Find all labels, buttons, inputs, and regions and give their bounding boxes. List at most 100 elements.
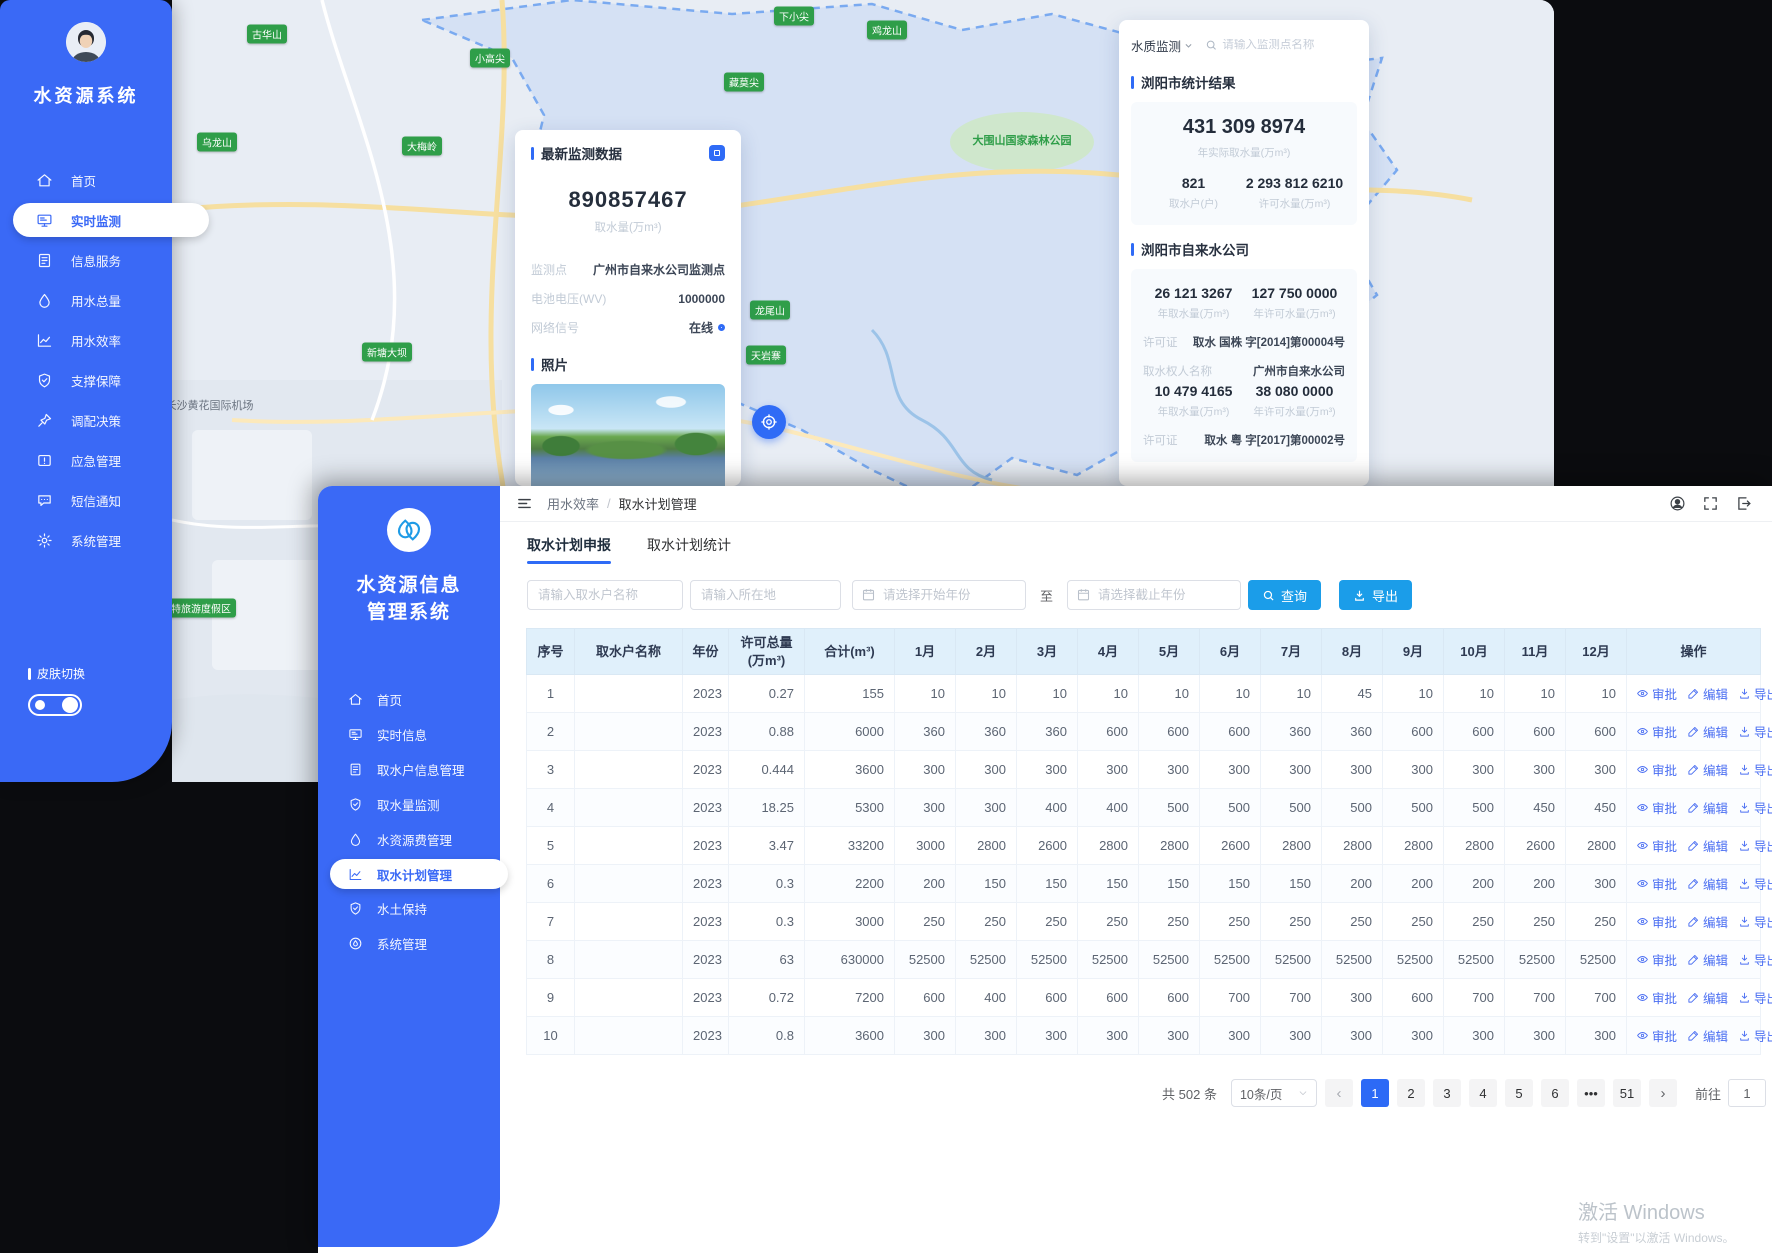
map-marker[interactable]: 乌龙山 — [197, 133, 237, 152]
sidebar1-item-5[interactable]: 支撑保障 — [0, 360, 172, 400]
export-link[interactable]: 导出 — [1738, 836, 1772, 855]
fullscreen-icon[interactable] — [1702, 495, 1719, 512]
start-year-input[interactable] — [852, 580, 1026, 610]
approve-link[interactable]: 审批 — [1636, 912, 1677, 931]
sidebar1-item-7[interactable]: 应急管理 — [0, 440, 172, 480]
goto-page-input[interactable] — [1728, 1079, 1766, 1107]
page-size-select[interactable]: 10条/页 — [1231, 1079, 1317, 1107]
location-input[interactable] — [690, 580, 841, 610]
export-link[interactable]: 导出 — [1738, 760, 1772, 779]
map-marker[interactable]: 长沙黄花国际机场 — [172, 397, 254, 413]
map-marker[interactable]: 天岩寨 — [746, 346, 786, 365]
page-button-51[interactable]: 51 — [1613, 1079, 1641, 1107]
user-icon[interactable] — [1669, 495, 1686, 512]
approve-link[interactable]: 审批 — [1636, 722, 1677, 741]
table-cell — [575, 979, 683, 1017]
export-link[interactable]: 导出 — [1738, 988, 1772, 1007]
approve-link[interactable]: 审批 — [1636, 1026, 1677, 1045]
edit-link[interactable]: 编辑 — [1687, 1026, 1728, 1045]
export-link[interactable]: 导出 — [1738, 798, 1772, 817]
export-link[interactable]: 导出 — [1738, 684, 1772, 703]
map-marker[interactable]: 小高尖 — [470, 49, 510, 68]
next-page-button[interactable]: › — [1649, 1079, 1677, 1107]
edit-link[interactable]: 编辑 — [1687, 836, 1728, 855]
panel-search-input[interactable] — [1222, 39, 1357, 51]
sidebar2-item-4[interactable]: 水资源费管理 — [318, 822, 500, 857]
edit-link[interactable]: 编辑 — [1687, 798, 1728, 817]
edit-link[interactable]: 编辑 — [1687, 722, 1728, 741]
sidebar1-item-9[interactable]: 系统管理 — [0, 520, 172, 560]
approve-link[interactable]: 审批 — [1636, 684, 1677, 703]
category-select[interactable]: 水质监测 — [1131, 36, 1193, 55]
approve-link[interactable]: 审批 — [1636, 988, 1677, 1007]
page-button-1[interactable]: 1 — [1361, 1079, 1389, 1107]
map-marker[interactable]: 下小尖 — [774, 7, 814, 26]
sidebar2-item-6[interactable]: 水土保持 — [318, 891, 500, 926]
approve-link[interactable]: 审批 — [1636, 950, 1677, 969]
more-pages-button[interactable]: ••• — [1577, 1079, 1605, 1107]
sidebar-item-label: 水资源费管理 — [377, 830, 452, 849]
table-cell: 300 — [1383, 751, 1444, 789]
collapse-menu-icon[interactable] — [516, 495, 533, 512]
map-marker[interactable]: 新塘大坝 — [362, 343, 412, 362]
map-marker[interactable]: 龙尾山 — [750, 301, 790, 320]
card-corner-button[interactable] — [709, 145, 725, 161]
locate-button[interactable] — [752, 405, 786, 439]
gear-icon — [36, 532, 53, 549]
user-name-input[interactable] — [527, 580, 683, 610]
page-button-2[interactable]: 2 — [1397, 1079, 1425, 1107]
edit-link[interactable]: 编辑 — [1687, 760, 1728, 779]
map-marker[interactable]: 大围山国家森林公园 — [973, 132, 1072, 148]
edit-link[interactable]: 编辑 — [1687, 874, 1728, 893]
sidebar1-item-6[interactable]: 调配决策 — [0, 400, 172, 440]
sidebar2-item-7[interactable]: 系统管理 — [318, 926, 500, 961]
sidebar1-item-8[interactable]: 短信通知 — [0, 480, 172, 520]
sidebar1-item-1[interactable]: 实时监测 — [13, 203, 209, 237]
sidebar2-item-3[interactable]: 取水量监测 — [318, 787, 500, 822]
table-cell: 300 — [1017, 751, 1078, 789]
map-marker[interactable]: 方特旅游度假区 — [172, 599, 236, 618]
export-link[interactable]: 导出 — [1738, 950, 1772, 969]
page-button-3[interactable]: 3 — [1433, 1079, 1461, 1107]
table-row: 4202318.25530030030040040050050050050050… — [527, 789, 1761, 827]
export-link[interactable]: 导出 — [1738, 874, 1772, 893]
logout-icon[interactable] — [1735, 495, 1752, 512]
site-photo[interactable] — [531, 384, 725, 496]
approve-link[interactable]: 审批 — [1636, 874, 1677, 893]
query-button[interactable]: 查询 — [1248, 580, 1321, 610]
approve-link[interactable]: 审批 — [1636, 836, 1677, 855]
approve-link[interactable]: 审批 — [1636, 760, 1677, 779]
edit-link[interactable]: 编辑 — [1687, 684, 1728, 703]
page-button-4[interactable]: 4 — [1469, 1079, 1497, 1107]
table-cell: 3600 — [805, 1017, 895, 1055]
export-link[interactable]: 导出 — [1738, 1026, 1772, 1045]
breadcrumb-parent[interactable]: 用水效率 — [547, 494, 599, 513]
tab-0[interactable]: 取水计划申报 — [527, 535, 611, 564]
edit-link[interactable]: 编辑 — [1687, 988, 1728, 1007]
avatar[interactable] — [66, 22, 106, 62]
sidebar2-item-0[interactable]: 首页 — [318, 682, 500, 717]
map-marker[interactable]: 大梅岭 — [402, 137, 442, 156]
skin-toggle[interactable] — [28, 694, 82, 716]
tab-1[interactable]: 取水计划统计 — [647, 535, 731, 564]
sidebar1-item-2[interactable]: 信息服务 — [0, 240, 172, 280]
approve-link[interactable]: 审批 — [1636, 798, 1677, 817]
map-marker[interactable]: 藏莫尖 — [724, 73, 764, 92]
sidebar2-item-1[interactable]: 实时信息 — [318, 717, 500, 752]
map-marker[interactable]: 古华山 — [247, 25, 287, 44]
sidebar1-item-0[interactable]: 首页 — [0, 160, 172, 200]
sidebar2-item-2[interactable]: 取水户信息管理 — [318, 752, 500, 787]
sidebar1-item-3[interactable]: 用水总量 — [0, 280, 172, 320]
page-button-5[interactable]: 5 — [1505, 1079, 1533, 1107]
prev-page-button[interactable]: ‹ — [1325, 1079, 1353, 1107]
export-button[interactable]: 导出 — [1339, 580, 1412, 610]
sidebar2-item-5[interactable]: 取水计划管理 — [330, 859, 508, 889]
export-link[interactable]: 导出 — [1738, 722, 1772, 741]
edit-link[interactable]: 编辑 — [1687, 912, 1728, 931]
sidebar1-item-4[interactable]: 用水效率 — [0, 320, 172, 360]
map-marker[interactable]: 鸡龙山 — [867, 21, 907, 40]
export-link[interactable]: 导出 — [1738, 912, 1772, 931]
edit-link[interactable]: 编辑 — [1687, 950, 1728, 969]
end-year-input[interactable] — [1067, 580, 1241, 610]
page-button-6[interactable]: 6 — [1541, 1079, 1569, 1107]
